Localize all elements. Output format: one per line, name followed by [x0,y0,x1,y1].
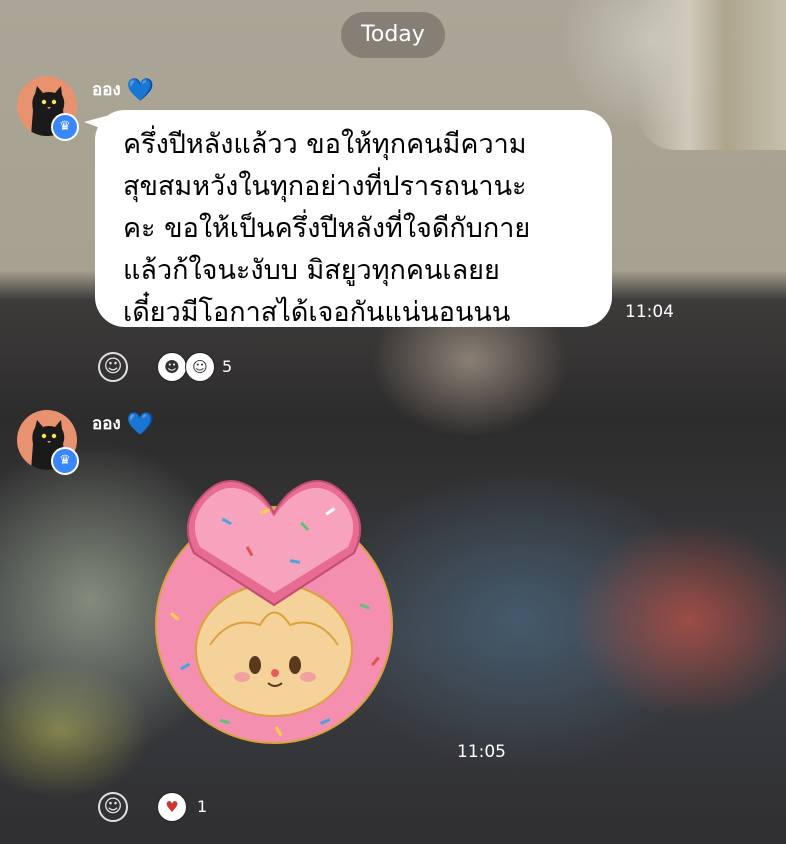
sticker-face-1[interactable]: ☻ [157,352,187,382]
sticker-face-2[interactable]: ☺ [185,352,215,382]
message-line: ครึ่งปีหลังแล้วว ขอให้ทุกคนมีความ [123,129,527,160]
blue-heart-icon: 💙 [126,78,155,103]
background-curtain [636,0,786,150]
blue-heart-icon: 💙 [126,412,155,437]
crown-icon: ♛ [51,113,79,141]
crown-icon: ♛ [51,447,79,475]
reaction-count: 5 [222,357,233,376]
message-line: สุขสมหวังในทุกอย่างที่ปรารถนานะ [123,171,527,202]
sender-name: ออง 💙 [92,410,154,437]
sender-name: ออง 💙 [92,76,154,103]
message-bubble[interactable]: ครึ่งปีหลังแล้วว ขอให้ทุกคนมีความ สุขสมห… [95,110,612,328]
message-time: 11:05 [457,742,506,762]
message-line: เดี๋ยวมีโอกาสได้เจอกันแน่นอนนน [123,297,511,328]
smiley-add-reaction-icon[interactable]: ☺ [98,792,128,822]
message-time: 11:04 [625,302,674,322]
pink-donut-heart-sticker[interactable] [150,465,398,747]
date-divider: Today [341,12,445,58]
heart-eyes-face[interactable]: ♥ [157,792,187,822]
sender-name-text: ออง [92,80,121,100]
sender-name-text: ออง [92,414,121,434]
message-line: คะ ขอให้เป็นครึ่งปีหลังที่ใจดีกับกาย [123,213,531,244]
reaction-count: 1 [197,797,208,816]
message-line: แล้วก้ใจนะงับบ มิสยูวทุกคนเลยย [123,255,500,286]
smiley-add-reaction-icon[interactable]: ☺ [98,352,128,382]
